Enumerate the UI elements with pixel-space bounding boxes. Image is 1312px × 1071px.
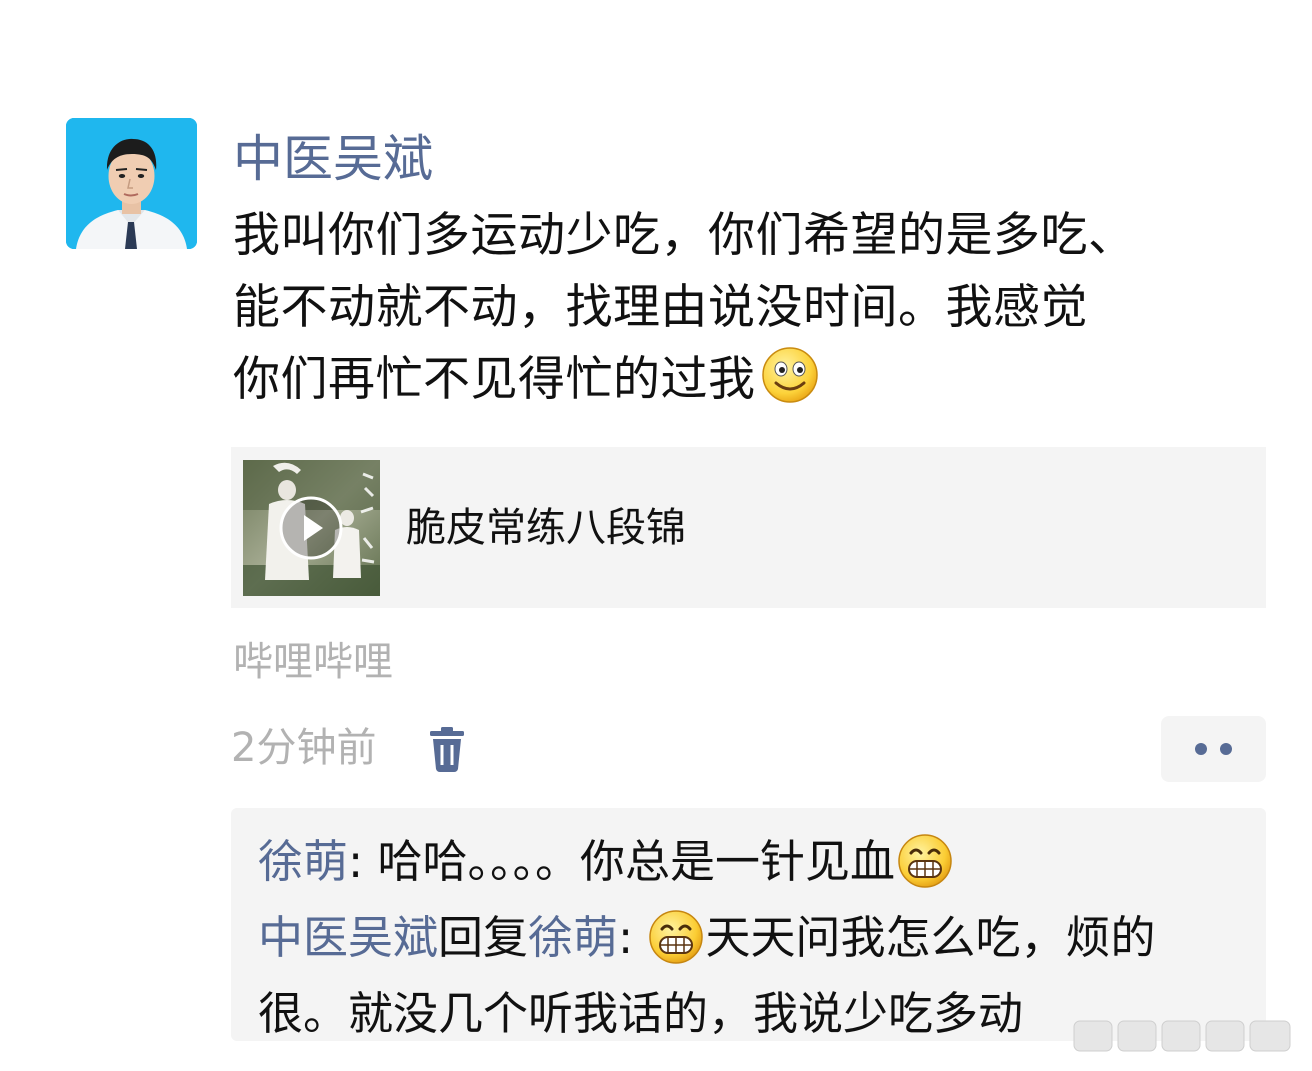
comment-text: 哈哈。。。。你总是一针见血 xyxy=(377,835,895,888)
more-dot xyxy=(1220,743,1232,755)
more-dot xyxy=(1195,743,1207,755)
post-author-name[interactable]: 中医吴斌 xyxy=(233,126,433,192)
reply-label: 回复 xyxy=(438,911,529,964)
comment-author[interactable]: 中医吴斌 xyxy=(258,911,438,964)
more-dots-button[interactable] xyxy=(1161,716,1266,782)
comment-author[interactable]: 徐萌 xyxy=(258,835,348,888)
comment-line: 中医吴斌回复徐萌: 天天问我怎么吃，烦的 xyxy=(258,906,1248,982)
post-timestamp: 2分钟前 xyxy=(231,725,377,771)
comment-text: 天天问我怎么吃，烦的 xyxy=(705,911,1156,964)
video-title: 脆皮常练八段锦 xyxy=(406,505,686,551)
watermark-logo xyxy=(1072,1013,1294,1059)
post-text-line: 能不动就不动，找理由说没时间。我感觉 xyxy=(233,280,1088,335)
smile-emoji-icon xyxy=(760,345,820,426)
post-text-line: 你们再忙不见得忙的过我 xyxy=(233,344,1273,426)
post-text: 我叫你们多运动少吃，你们希望的是多吃、 能不动就不动，找理由说没时间。我感觉 你… xyxy=(233,200,1273,426)
avatar[interactable] xyxy=(66,118,197,249)
post-source[interactable]: 哔哩哔哩 xyxy=(233,636,393,688)
comment-item[interactable]: 徐萌: 哈哈。。。。你总是一针见血 xyxy=(258,830,953,906)
grin-emoji-icon xyxy=(648,909,704,982)
trash-icon[interactable] xyxy=(426,727,468,773)
grin-emoji-icon xyxy=(897,833,953,906)
post-text-segment: 你们再忙不见得忙的过我 xyxy=(233,352,756,407)
reply-to-name[interactable]: 徐萌 xyxy=(528,911,618,964)
shared-video-card[interactable]: 脆皮常练八段锦 xyxy=(231,447,1266,608)
post-text-line: 我叫你们多运动少吃，你们希望的是多吃、 xyxy=(233,208,1136,263)
comments-panel: 徐萌: 哈哈。。。。你总是一针见血 中医吴斌回复徐萌: 天天问我怎么吃，烦的 很… xyxy=(231,808,1266,1041)
video-thumbnail xyxy=(243,460,380,596)
comment-separator: : xyxy=(348,835,378,888)
comment-separator: : xyxy=(618,911,648,964)
